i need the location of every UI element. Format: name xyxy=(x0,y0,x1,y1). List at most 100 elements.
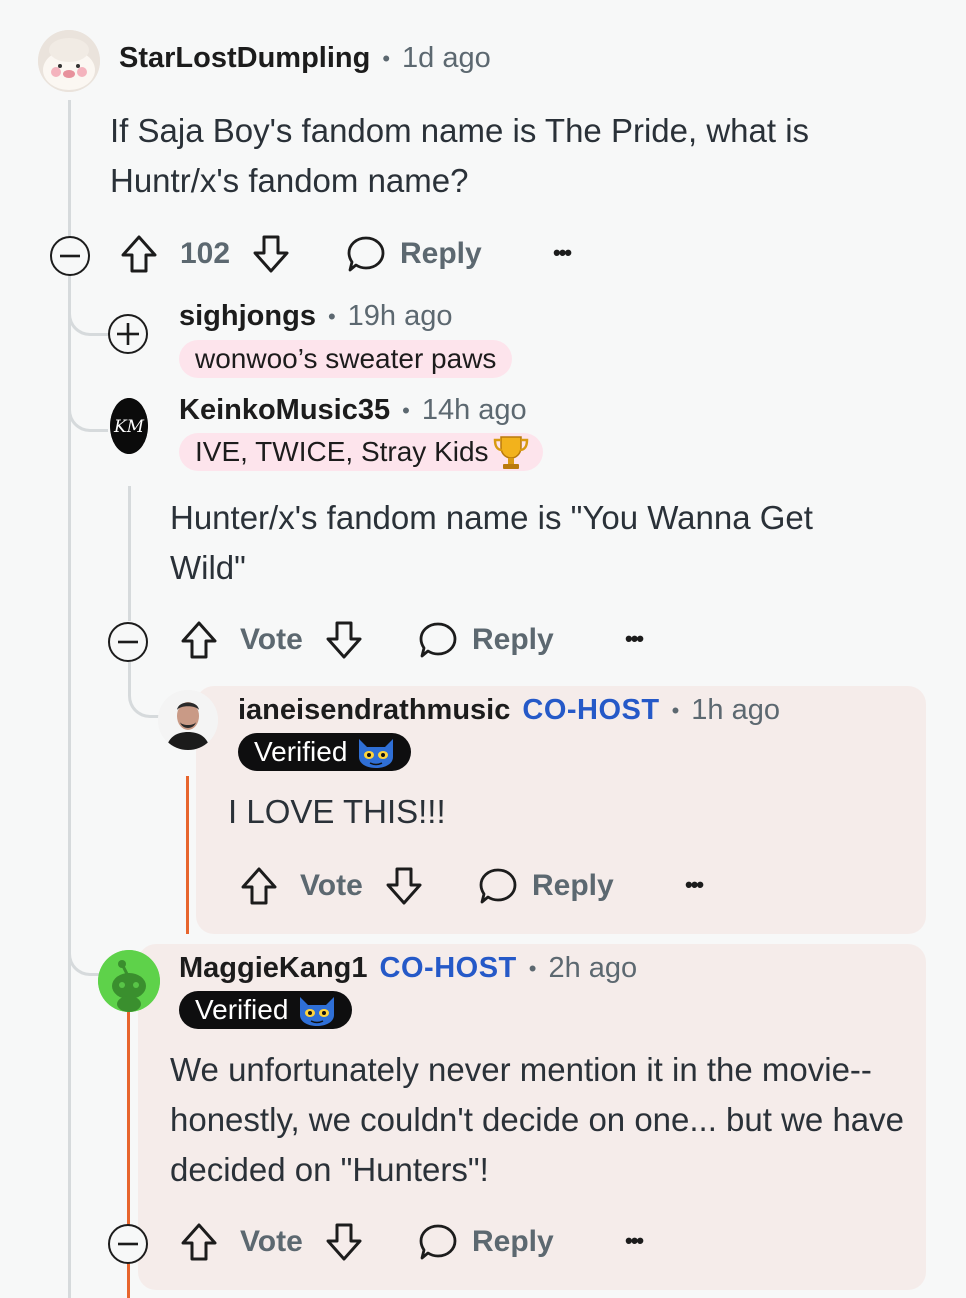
reply-label: Reply xyxy=(472,1225,554,1258)
reply-label: Reply xyxy=(472,623,554,656)
comment-bubble-icon xyxy=(347,236,385,272)
vote-label: Vote xyxy=(240,1225,303,1258)
more-options-button[interactable]: ••• xyxy=(553,240,572,266)
upvote-button[interactable] xyxy=(240,866,278,906)
thread-branch-ian xyxy=(128,660,160,718)
reply3-timestamp[interactable]: 2h ago xyxy=(548,952,637,985)
reply3-header: MaggieKang1 CO-HOST • 2h ago xyxy=(179,952,637,985)
reply1-timestamp[interactable]: 14h ago xyxy=(422,394,527,427)
minus-icon xyxy=(118,1242,138,1246)
avatar[interactable] xyxy=(98,950,160,1012)
downvote-button[interactable] xyxy=(325,620,363,660)
upvote-button[interactable] xyxy=(180,1222,218,1262)
reply2-timestamp[interactable]: 1h ago xyxy=(691,694,780,727)
collapse-thread-button[interactable] xyxy=(108,622,148,662)
reply1-header: KeinkoMusic35 • 14h ago xyxy=(179,394,527,427)
more-icon: ••• xyxy=(685,872,704,897)
tiger-emoji-icon xyxy=(359,739,394,768)
downvote-button[interactable] xyxy=(252,234,290,274)
post-body: If Saja Boy's fandom name is The Pride, … xyxy=(110,112,810,199)
downvote-button[interactable] xyxy=(325,1222,363,1262)
verified-flair: Verified xyxy=(238,733,412,771)
avatar[interactable] xyxy=(38,30,100,92)
reply-label: Reply xyxy=(532,869,614,902)
expand-thread-button[interactable] xyxy=(108,314,148,354)
tiger-emoji-icon xyxy=(300,997,335,1026)
arrow-down-icon xyxy=(326,621,362,659)
reply3-vote-bar: Vote xyxy=(180,1222,363,1262)
avatar[interactable]: KM xyxy=(110,398,148,454)
thread-branch-keinko xyxy=(68,396,108,432)
score: 102 xyxy=(180,237,231,270)
dumpling-avatar-icon xyxy=(38,30,100,92)
reply1-username[interactable]: KeinkoMusic35 xyxy=(179,394,390,427)
arrow-down-icon xyxy=(386,867,422,905)
thread-branch-sighjongs xyxy=(68,300,108,336)
reply2-header: ianeisendrathmusic CO-HOST • 1h ago xyxy=(238,694,780,727)
more-icon: ••• xyxy=(625,626,644,651)
reply3-body: We unfortunately never mention it in the… xyxy=(170,1051,905,1188)
reply1-vote-bar: Vote xyxy=(180,620,363,660)
reply2-body: I LOVE THIS!!! xyxy=(228,793,446,830)
collapse-thread-button[interactable] xyxy=(108,1224,148,1264)
vote-label: Vote xyxy=(300,869,363,902)
collapsed-header: sighjongs • 19h ago xyxy=(179,300,452,333)
arrow-up-icon xyxy=(241,867,277,905)
flair-text: IVE, TWICE, Stray Kids xyxy=(195,436,489,467)
collapsed-timestamp[interactable]: 19h ago xyxy=(348,300,453,333)
more-icon: ••• xyxy=(553,240,572,265)
post-timestamp[interactable]: 1d ago xyxy=(402,42,491,75)
minus-icon xyxy=(118,640,138,644)
more-options-button[interactable]: ••• xyxy=(685,872,704,898)
upvote-button[interactable] xyxy=(120,234,158,274)
reply-label: Reply xyxy=(400,237,482,270)
reply3-reply-button[interactable]: Reply xyxy=(418,1222,554,1262)
separator-dot: • xyxy=(402,397,410,423)
separator-dot: • xyxy=(528,955,537,981)
snoo-avatar-icon xyxy=(98,950,160,1012)
reply1-body: Hunter/x's fandom name is "You Wanna Get… xyxy=(170,499,813,586)
thread-line-root xyxy=(68,100,71,1298)
post-header: StarLostDumpling • 1d ago xyxy=(119,42,491,75)
thread-branch-maggie xyxy=(68,940,100,976)
more-options-button[interactable]: ••• xyxy=(625,626,644,652)
post-username[interactable]: StarLostDumpling xyxy=(119,42,370,75)
person-avatar-icon xyxy=(158,690,218,750)
mod-highlight-line xyxy=(186,776,189,934)
minus-icon xyxy=(60,254,80,258)
vote-label: Vote xyxy=(240,623,303,656)
downvote-button[interactable] xyxy=(385,866,423,906)
reply1-reply-button[interactable]: Reply xyxy=(418,620,554,660)
cohost-badge: CO-HOST xyxy=(522,694,660,726)
separator-dot: • xyxy=(671,697,680,723)
arrow-down-icon xyxy=(326,1223,362,1261)
arrow-up-icon xyxy=(181,621,217,659)
avatar[interactable] xyxy=(158,690,218,750)
post-reply-button[interactable]: Reply xyxy=(346,234,482,274)
cohost-badge: CO-HOST xyxy=(379,952,517,984)
thread-line-keinko xyxy=(128,486,131,621)
reply3-username[interactable]: MaggieKang1 xyxy=(179,952,368,985)
reply2-reply-button[interactable]: Reply xyxy=(478,866,614,906)
comment-bubble-icon xyxy=(479,868,517,904)
reply2-username[interactable]: ianeisendrathmusic xyxy=(238,694,510,727)
comment-bubble-icon xyxy=(419,1224,457,1260)
comment-bubble-icon xyxy=(419,622,457,658)
user-flair: IVE, TWICE, Stray Kids xyxy=(179,433,543,471)
user-flair: wonwoo’s sweater paws xyxy=(179,340,513,378)
verified-label: Verified xyxy=(254,736,348,767)
separator-dot: • xyxy=(382,45,391,71)
reply2-vote-bar: Vote xyxy=(240,866,423,906)
verified-flair: Verified xyxy=(179,991,353,1029)
arrow-up-icon xyxy=(181,1223,217,1261)
more-options-button[interactable]: ••• xyxy=(625,1228,644,1254)
monogram-avatar-icon: KM xyxy=(110,398,148,454)
more-icon: ••• xyxy=(625,1228,644,1253)
plus-icon xyxy=(117,323,139,345)
arrow-down-icon xyxy=(253,235,289,273)
collapsed-username[interactable]: sighjongs xyxy=(179,300,316,333)
collapse-thread-button[interactable] xyxy=(50,236,90,276)
verified-label: Verified xyxy=(195,994,289,1025)
post-vote-bar: 102 xyxy=(120,234,290,274)
upvote-button[interactable] xyxy=(180,620,218,660)
